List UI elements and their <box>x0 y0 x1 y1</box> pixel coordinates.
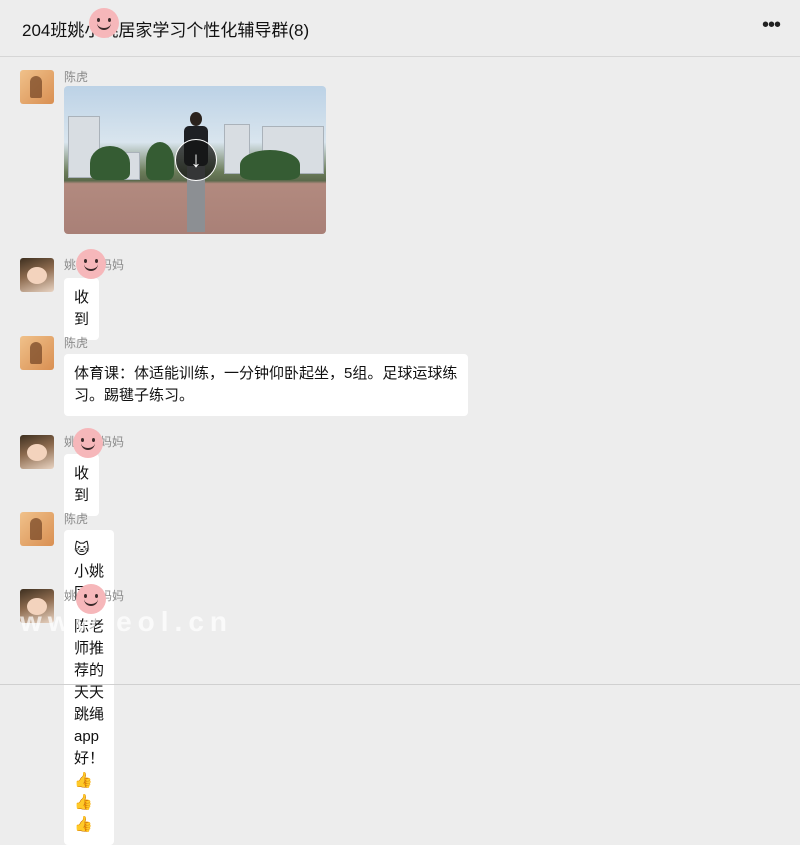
privacy-sticker <box>89 8 119 38</box>
privacy-sticker <box>76 249 106 279</box>
video-message[interactable]: ↓ <box>64 86 326 234</box>
sender-name: 陈虎 <box>64 336 89 350</box>
message-bubble[interactable]: 收到 <box>64 454 100 516</box>
tiger-avatar[interactable] <box>20 336 54 370</box>
privacy-sticker <box>76 584 106 614</box>
sender-name: 陈虎 <box>64 512 89 526</box>
download-icon[interactable]: ↓ <box>175 139 217 181</box>
tiger-avatar[interactable] <box>20 70 54 104</box>
message-bubble[interactable]: 陈老师推荐的天天跳绳app好！👍👍👍 <box>64 607 114 845</box>
baby-avatar[interactable] <box>20 435 54 469</box>
more-icon[interactable]: ••• <box>758 12 784 38</box>
baby-avatar[interactable] <box>20 258 54 292</box>
divider <box>0 684 800 685</box>
tiger-avatar[interactable] <box>20 512 54 546</box>
message-bubble[interactable]: 体育课：体适能训练，一分钟仰卧起坐，5组。足球运球练习。踢毽子练习。 <box>64 354 468 416</box>
message-bubble[interactable]: 收到 <box>64 278 100 340</box>
sender-name: 陈虎 <box>64 70 89 84</box>
chat-title: 204班姚小姚居家学习个性化辅导群(8) <box>22 21 310 40</box>
baby-avatar[interactable] <box>20 589 54 623</box>
privacy-sticker <box>73 428 103 458</box>
chat-header: 204班姚小姚居家学习个性化辅导群(8) ••• <box>0 0 800 57</box>
